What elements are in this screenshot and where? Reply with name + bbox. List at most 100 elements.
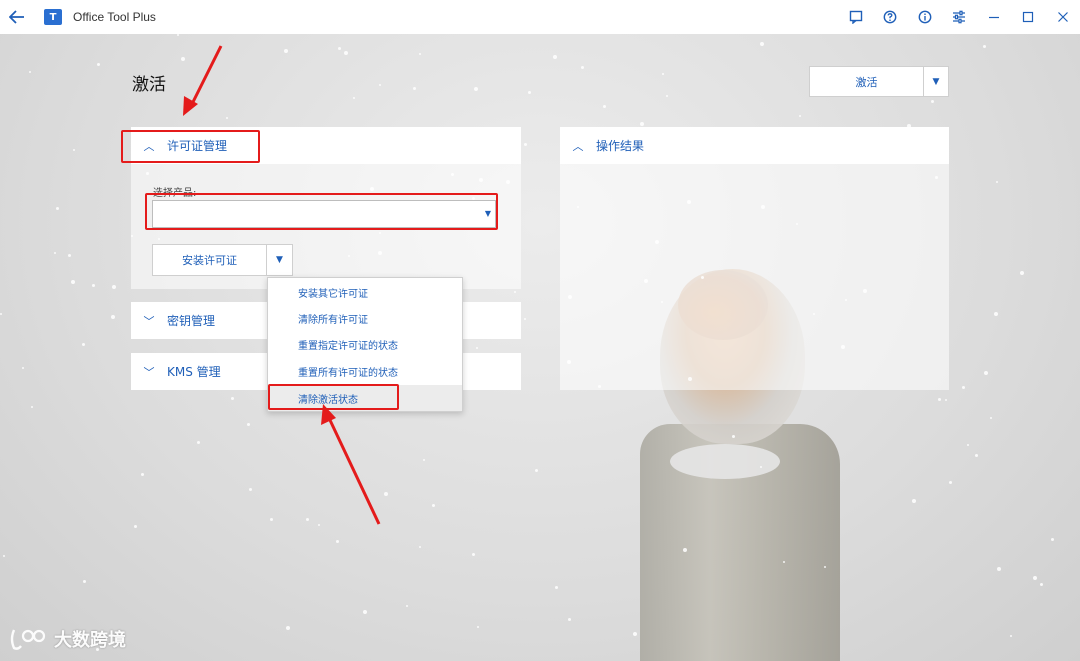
snowflake (82, 343, 85, 346)
snowflake (962, 386, 965, 389)
snowflake (73, 149, 75, 151)
snowflake (1040, 583, 1043, 586)
snowflake (983, 45, 986, 48)
back-arrow-icon[interactable] (0, 0, 34, 34)
activate-split-button: 激活 ▼ (809, 66, 949, 97)
snowflake (476, 347, 478, 349)
snowflake (318, 524, 320, 526)
install-license-button[interactable]: 安装许可证 (153, 245, 266, 275)
menu-item-clear-all-licenses[interactable]: 清除所有许可证 (268, 305, 462, 331)
menu-item-reset-all-licenses[interactable]: 重置所有许可证的状态 (268, 358, 462, 384)
watermark-logo-icon (10, 629, 46, 650)
snowflake (226, 117, 228, 119)
key-panel-title: 密钥管理 (167, 314, 216, 328)
snowflake (474, 87, 478, 91)
snowflake (336, 540, 339, 543)
snowflake (997, 567, 1001, 571)
snowflake (472, 553, 475, 556)
result-panel-header[interactable]: ︿ 操作结果 (560, 127, 949, 164)
minimize-icon[interactable] (977, 0, 1012, 34)
snowflake (413, 87, 416, 90)
snowflake (1020, 271, 1024, 275)
snowflake (666, 95, 668, 97)
snowflake (338, 47, 341, 50)
help-icon[interactable] (873, 0, 908, 34)
snowflake (306, 518, 309, 521)
snowflake (975, 454, 978, 457)
snowflake (247, 423, 250, 426)
annotation-box-license-header (121, 130, 260, 163)
snowflake (419, 53, 421, 55)
snowflake (799, 115, 801, 117)
app-title: Office Tool Plus (73, 10, 156, 24)
page-title: 激活 (132, 75, 166, 95)
settings-sliders-icon[interactable] (942, 0, 977, 34)
activate-button[interactable]: 激活 (810, 67, 923, 96)
result-panel: ︿ 操作结果 (560, 127, 949, 390)
snowflake (633, 632, 637, 636)
snowflake (419, 546, 421, 548)
snowflake (732, 435, 735, 438)
close-icon[interactable] (1046, 0, 1080, 34)
snowflake (97, 63, 100, 66)
snowflake (683, 548, 687, 552)
snowflake (994, 312, 998, 316)
menu-item-install-other-license[interactable]: 安装其它许可证 (268, 279, 462, 305)
snowflake (931, 100, 934, 103)
info-icon[interactable] (908, 0, 943, 34)
snowflake (0, 313, 2, 315)
snowflake (949, 481, 952, 484)
snowflake (270, 518, 273, 521)
snowflake (783, 561, 785, 563)
snowflake (535, 469, 538, 472)
snowflake (555, 586, 558, 589)
snowflake (514, 291, 516, 293)
snow-cap-shape (670, 444, 780, 479)
snowflake (384, 492, 388, 496)
result-panel-title: 操作结果 (596, 139, 645, 153)
snowflake (553, 55, 557, 59)
snowflake (760, 42, 764, 46)
snowflake (938, 398, 941, 401)
snowflake (83, 580, 86, 583)
snowflake (1051, 538, 1054, 541)
watermark: 大数跨境 (8, 626, 126, 652)
snowflake (477, 626, 479, 628)
snowflake (568, 618, 571, 621)
snowflake (524, 318, 526, 320)
snowflake (406, 605, 408, 607)
snowflake (92, 284, 95, 287)
titlebar-icons (839, 0, 1080, 34)
snowflake (22, 367, 24, 369)
snowflake (141, 473, 144, 476)
chevron-up-icon: ︿ (572, 139, 584, 153)
install-license-dropdown-icon[interactable]: ▼ (266, 245, 292, 275)
snowflake (1010, 635, 1012, 637)
snowflake (432, 504, 435, 507)
snowflake (29, 71, 31, 73)
snowflake (344, 51, 348, 55)
snowflake (3, 555, 5, 557)
snowflake (56, 207, 59, 210)
snowflake (1033, 576, 1037, 580)
snowflake (177, 34, 179, 36)
snowflake (581, 66, 584, 69)
snowflake (54, 252, 56, 254)
snowflake (528, 91, 531, 94)
snowflake (181, 57, 185, 61)
snowflake (134, 525, 137, 528)
snowflake (984, 371, 988, 375)
snowflake (603, 105, 606, 108)
activate-dropdown-icon[interactable]: ▼ (923, 67, 948, 96)
snowflake (71, 280, 75, 284)
snowflake (249, 488, 252, 491)
snowflake (662, 73, 664, 75)
kms-panel-title: KMS 管理 (167, 365, 221, 379)
annotation-box-product-select (145, 193, 498, 230)
snowflake (967, 444, 969, 446)
chevron-down-icon: ﹀ (143, 365, 155, 379)
menu-item-reset-specified-license[interactable]: 重置指定许可证的状态 (268, 331, 462, 357)
maximize-icon[interactable] (1011, 0, 1046, 34)
feedback-icon[interactable] (839, 0, 874, 34)
watermark-text: 大数跨境 (54, 630, 126, 651)
